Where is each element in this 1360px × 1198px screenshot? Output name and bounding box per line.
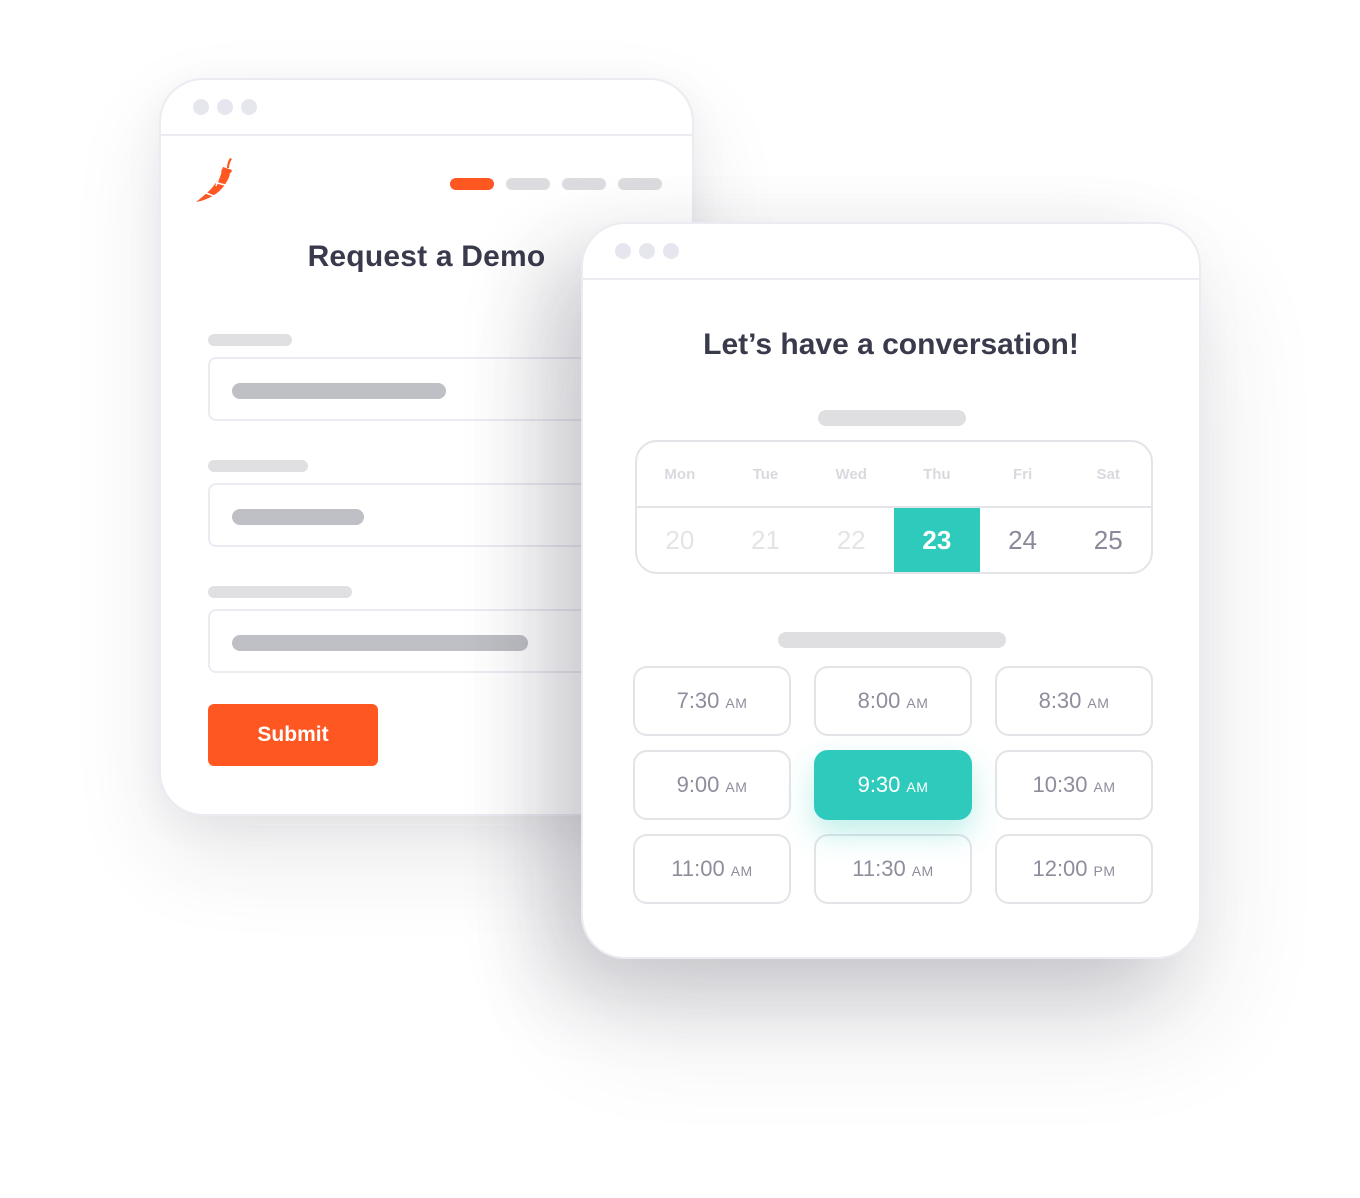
- date-picker: Mon Tue Wed Thu Fri Sat 20 21 22 23 24 25: [635, 440, 1153, 574]
- weekday-label: Sat: [1096, 465, 1120, 483]
- date-cell[interactable]: 24: [980, 508, 1066, 572]
- window-controls: [615, 243, 679, 259]
- window-dot-icon[interactable]: [639, 243, 655, 259]
- progress-step: [450, 178, 494, 190]
- window-titlebar: [583, 224, 1199, 280]
- field-label-placeholder: [208, 460, 308, 472]
- input-value-placeholder: [232, 383, 446, 399]
- window-dot-icon[interactable]: [217, 99, 233, 115]
- time-meridiem: AM: [1093, 779, 1116, 795]
- time-slot-button[interactable]: 10:30 AM: [995, 750, 1153, 820]
- date-label-placeholder: [818, 410, 966, 426]
- time-value: 11:30: [852, 856, 906, 881]
- chili-pepper-icon: [196, 158, 232, 202]
- window-dot-icon[interactable]: [241, 99, 257, 115]
- time-value: 11:00: [671, 856, 725, 881]
- date-cell[interactable]: 25: [1065, 508, 1151, 572]
- scheduler-window: Let’s have a conversation! Mon Tue Wed Thu F…: [581, 222, 1201, 959]
- date-cell: 22: [836, 524, 866, 555]
- time-meridiem: AM: [911, 863, 934, 879]
- progress-steps: [450, 178, 662, 190]
- progress-step: [618, 178, 662, 190]
- date-cell-selected[interactable]: 23: [894, 508, 980, 572]
- input-value-placeholder: [232, 509, 364, 525]
- time-meridiem: AM: [906, 779, 929, 795]
- weekday-label: Wed: [835, 465, 867, 483]
- time-value: 9:30: [857, 772, 901, 797]
- date-row: 20 21 22 23 24 25: [637, 508, 1151, 572]
- time-meridiem: AM: [906, 695, 929, 711]
- time-slot-button[interactable]: 8:30 AM: [995, 666, 1153, 736]
- time-meridiem: AM: [1087, 695, 1110, 711]
- time-value: 9:00: [676, 772, 720, 797]
- time-slot-button[interactable]: 11:30 AM: [814, 834, 972, 904]
- time-meridiem: PM: [1093, 863, 1116, 879]
- progress-step: [562, 178, 606, 190]
- time-slot-button[interactable]: 12:00 PM: [995, 834, 1153, 904]
- time-slot-button[interactable]: 8:00 AM: [814, 666, 972, 736]
- window-dot-icon[interactable]: [615, 243, 631, 259]
- time-slot-button[interactable]: 9:00 AM: [633, 750, 791, 820]
- time-value: 7:30: [676, 688, 720, 713]
- window-titlebar: [161, 80, 692, 136]
- time-slot-grid: 7:30 AM 8:00 AM 8:30 AM 9:00 AM 9:30 AM 10:30 AM 11:…: [633, 666, 1153, 904]
- weekday-label: Tue: [752, 465, 779, 483]
- time-meridiem: AM: [725, 695, 748, 711]
- weekday-header-row: Mon Tue Wed Thu Fri Sat: [637, 442, 1151, 508]
- time-slot-button[interactable]: 7:30 AM: [633, 666, 791, 736]
- time-value: 12:00: [1032, 856, 1088, 881]
- time-label-placeholder: [778, 632, 1006, 648]
- time-meridiem: AM: [725, 779, 748, 795]
- scheduler-title: Let’s have a conversation!: [703, 328, 1079, 361]
- time-slot-button-selected[interactable]: 9:30 AM: [814, 750, 972, 820]
- window-dot-icon[interactable]: [663, 243, 679, 259]
- window-controls: [193, 99, 257, 115]
- field-label-placeholder: [208, 586, 352, 598]
- field-label-placeholder: [208, 334, 292, 346]
- submit-button[interactable]: Submit: [208, 704, 378, 766]
- time-value: 8:00: [857, 688, 901, 713]
- weekday-label: Fri: [1012, 465, 1033, 483]
- window-dot-icon[interactable]: [193, 99, 209, 115]
- input-value-placeholder: [232, 635, 528, 651]
- weekday-label: Thu: [923, 465, 951, 483]
- progress-step: [506, 178, 550, 190]
- weekday-label: Mon: [664, 465, 696, 483]
- date-cell: 21: [751, 524, 780, 555]
- time-slot-button[interactable]: 11:00 AM: [633, 834, 791, 904]
- time-value: 10:30: [1032, 772, 1088, 797]
- date-cell: 20: [665, 524, 695, 555]
- time-meridiem: AM: [730, 863, 753, 879]
- time-value: 8:30: [1038, 688, 1082, 713]
